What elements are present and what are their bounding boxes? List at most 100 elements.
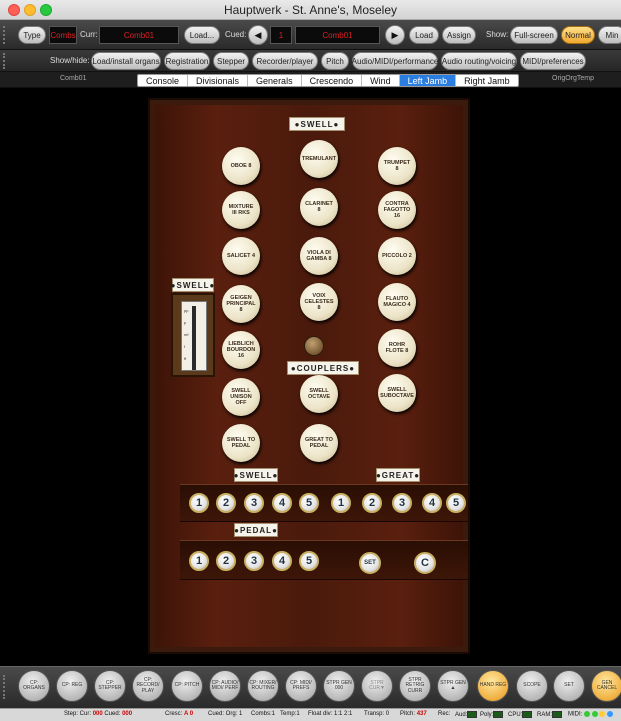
- stop-piccolo[interactable]: PICCOLO 2: [378, 237, 416, 275]
- swell-piston-2[interactable]: 2: [216, 493, 236, 513]
- hand-reg-button[interactable]: HAND REG: [477, 670, 509, 702]
- stop-salicet[interactable]: SALICET 4: [222, 237, 260, 275]
- tab-crescendo[interactable]: Crescendo: [302, 75, 363, 86]
- stop-flauto-magico[interactable]: FLAUTO MAGICO 4: [378, 283, 416, 321]
- audio-midi-performance-button[interactable]: Audio/MIDI/performance: [352, 52, 438, 70]
- rec-status: Rec:: [438, 711, 451, 717]
- stop-voix-celestes[interactable]: VOIX CELESTES 8: [300, 283, 338, 321]
- combination-toolbar: Type Combs Curr: Comb01 Load... Cued: ◀ …: [0, 20, 621, 50]
- stepper-cur-down-button[interactable]: STPR CUR▼: [361, 670, 393, 702]
- midi-preferences-button[interactable]: MIDI/preferences: [520, 52, 586, 70]
- set-piston[interactable]: SET: [359, 552, 381, 574]
- cresc-value: A 0: [184, 711, 194, 717]
- type-button[interactable]: Type: [18, 26, 46, 44]
- coupler-swell-to-pedal[interactable]: SWELL TO PEDAL: [222, 424, 260, 462]
- stepper-button[interactable]: Stepper: [213, 52, 249, 70]
- tab-right-jamb[interactable]: Right Jamb: [456, 75, 518, 86]
- stepper-retrig-button[interactable]: STPR RETRIG CURR: [399, 670, 431, 702]
- gen-cancel-button[interactable]: GEN CANCEL: [591, 670, 621, 702]
- coupler-great-to-pedal[interactable]: GREAT TO PEDAL: [300, 424, 338, 462]
- cp-organs-button[interactable]: CP: ORGANS: [18, 670, 50, 702]
- stop-trumpet[interactable]: TRUMPET 8: [378, 147, 416, 185]
- tab-left-jamb[interactable]: Left Jamb: [399, 75, 457, 86]
- combs-status: Combs:1: [251, 711, 275, 717]
- pedal-piston-3[interactable]: 3: [244, 551, 264, 571]
- pedal-piston-4[interactable]: 4: [272, 551, 292, 571]
- swell-piston-4[interactable]: 4: [272, 493, 292, 513]
- great-piston-1[interactable]: 1: [331, 493, 351, 513]
- cp-midi-prefs-button[interactable]: CP: MIDI/ PREFS: [285, 670, 317, 702]
- swell-piston-5[interactable]: 5: [299, 493, 319, 513]
- coupler-swell-octave[interactable]: SWELL OCTAVE: [300, 375, 338, 413]
- fullscreen-button[interactable]: Full-screen: [510, 26, 558, 44]
- cued-combination-field[interactable]: Comb01: [295, 26, 380, 44]
- coupler-swell-unison-off[interactable]: SWELL UNISON OFF: [222, 378, 260, 416]
- cued-label: Cued:: [225, 30, 247, 39]
- stop-rohr-flote[interactable]: ROHR FLOTE 8: [378, 329, 416, 367]
- stop-clarinet[interactable]: CLARINET 8: [300, 188, 338, 226]
- combs-field[interactable]: Combs: [49, 26, 77, 44]
- great-piston-4[interactable]: 4: [422, 493, 442, 513]
- stop-oboe[interactable]: OBOE 8: [222, 147, 260, 185]
- great-pistons-label: GREAT: [381, 470, 415, 480]
- transp-value: 0: [385, 711, 390, 717]
- coupler-swell-suboctave[interactable]: SWELL SUBOCTAVE: [378, 374, 416, 412]
- stop-lieblich-bourdon[interactable]: LIEBLICH BOURDON 16: [222, 331, 260, 369]
- stop-tremulant[interactable]: TREMULANT: [300, 140, 338, 178]
- tab-generals[interactable]: Generals: [248, 75, 302, 86]
- pitch-value: 437: [416, 711, 427, 717]
- cp-audio-midi-perf-button[interactable]: CP: AUDIO/ MIDI/ PERF: [209, 670, 241, 702]
- cp-stepper-button[interactable]: CP: STEPPER: [94, 670, 126, 702]
- previous-cued-button[interactable]: ◀: [248, 25, 268, 45]
- poly-label: Poly:: [480, 712, 494, 719]
- toolbar-grip[interactable]: [3, 26, 9, 44]
- great-piston-3[interactable]: 3: [392, 493, 412, 513]
- load-combination-button[interactable]: Load...: [184, 26, 220, 44]
- stop-mixture[interactable]: MIXTURE III RKS: [222, 191, 260, 229]
- assign-button[interactable]: Assign: [442, 26, 476, 44]
- tab-console[interactable]: Console: [138, 75, 189, 86]
- normal-view-button[interactable]: Normal: [561, 26, 595, 44]
- load-install-organs-button[interactable]: Load/install organs: [91, 52, 161, 70]
- cp-record-play-button[interactable]: CP: RECORD/ PLAY: [132, 670, 164, 702]
- pedal-piston-5[interactable]: 5: [299, 551, 319, 571]
- audio-routing-voicing-button[interactable]: Audio routing/voicing: [441, 52, 517, 70]
- great-piston-2[interactable]: 2: [362, 493, 382, 513]
- cued-number-field[interactable]: 1: [270, 26, 292, 44]
- stop-contra-fagotto[interactable]: CONTRA FAGOTTO 16: [378, 191, 416, 229]
- midi-led-icon: [584, 711, 591, 717]
- scope-button[interactable]: SCOPE: [516, 670, 548, 702]
- aud-label: Aud:: [455, 712, 468, 719]
- load-cued-button[interactable]: Load: [409, 26, 439, 44]
- minimal-view-button[interactable]: Min: [598, 26, 621, 44]
- tab-divisionals[interactable]: Divisionals: [188, 75, 249, 86]
- swell-expression-indicator[interactable]: pp p mf f ff: [171, 293, 215, 377]
- stop-geigen-principal[interactable]: GEIGEN PRINCIPAL 8: [222, 285, 260, 323]
- current-combination-field[interactable]: Comb01: [99, 26, 179, 44]
- swell-piston-1[interactable]: 1: [189, 493, 209, 513]
- combs-value: 1: [271, 711, 276, 717]
- stepper-gen-up-button[interactable]: STPR GEN ▲: [437, 670, 469, 702]
- stop-viola-di-gamba[interactable]: VIOLA DI GAMBA 8: [300, 237, 338, 275]
- cp-mixer-routing-button[interactable]: CP: MIXER/ ROUTING: [247, 670, 279, 702]
- swell-piston-3[interactable]: 3: [244, 493, 264, 513]
- pedal-piston-2[interactable]: 2: [216, 551, 236, 571]
- combs-label: Combs:: [251, 711, 272, 717]
- recorder-player-button[interactable]: Recorder/player: [252, 52, 318, 70]
- great-piston-5[interactable]: 5: [446, 493, 466, 513]
- registration-button[interactable]: Registration: [164, 52, 210, 70]
- temp-value: 1: [296, 711, 300, 717]
- pitch-button[interactable]: Pitch: [321, 52, 349, 70]
- stepper-gen-display[interactable]: STPR GEN 000: [323, 670, 355, 702]
- pedal-piston-1[interactable]: 1: [189, 551, 209, 571]
- tab-wind[interactable]: Wind: [362, 75, 400, 86]
- set-button[interactable]: SET: [553, 670, 585, 702]
- cancel-piston[interactable]: C: [414, 552, 436, 574]
- cp-reg-button[interactable]: CP: REG: [56, 670, 88, 702]
- cp-pitch-button[interactable]: CP: PITCH: [171, 670, 203, 702]
- float-div-value: 1:1 2:1: [334, 711, 353, 717]
- triangle-left-icon: ◀: [254, 29, 262, 40]
- toolbar-grip[interactable]: [3, 675, 9, 699]
- toolbar-grip[interactable]: [3, 53, 9, 69]
- next-cued-button[interactable]: ▶: [385, 25, 405, 45]
